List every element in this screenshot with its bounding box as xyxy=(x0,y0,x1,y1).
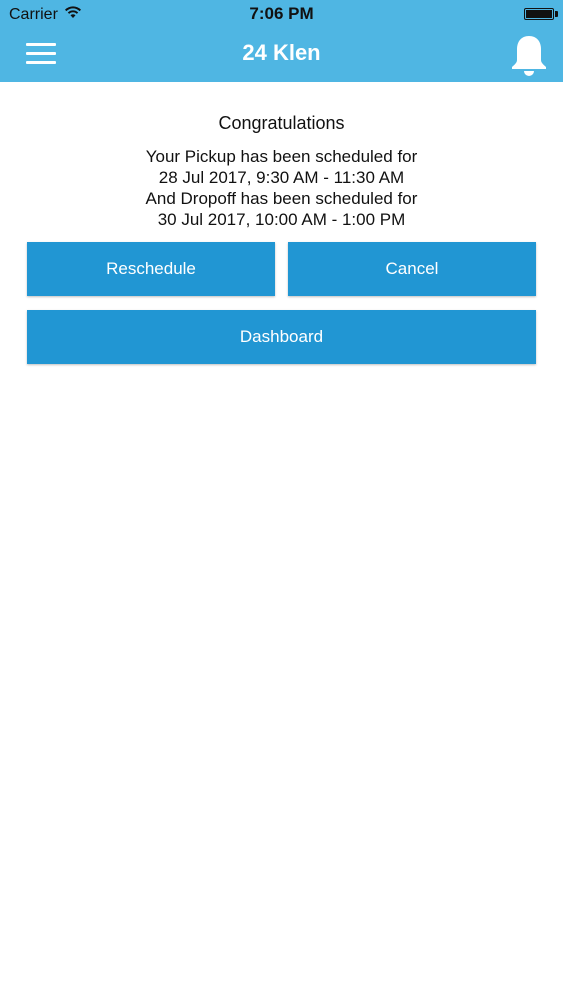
cancel-button[interactable]: Cancel xyxy=(288,242,536,296)
dropoff-time: 30 Jul 2017, 10:00 AM - 1:00 PM xyxy=(157,210,406,229)
status-bar: Carrier 7:06 PM xyxy=(0,0,563,28)
pickup-line: Your Pickup has been scheduled for xyxy=(145,147,418,166)
battery-tip xyxy=(555,11,558,17)
status-time: 7:06 PM xyxy=(249,4,314,23)
bell-icon[interactable] xyxy=(509,34,549,76)
battery-level xyxy=(526,10,552,18)
top-bar: Carrier 7:06 PM 24 Klen xyxy=(0,0,563,82)
pickup-time: 28 Jul 2017, 9:30 AM - 11:30 AM xyxy=(158,168,405,187)
congratulations-heading: Congratulations xyxy=(218,113,345,133)
dropoff-line: And Dropoff has been scheduled for xyxy=(145,189,418,208)
schedule-message: Your Pickup has been scheduled for 28 Ju… xyxy=(0,146,563,230)
reschedule-button[interactable]: Reschedule xyxy=(27,242,275,296)
dashboard-button[interactable]: Dashboard xyxy=(27,310,536,364)
battery-icon xyxy=(524,8,554,20)
navigation-bar: 24 Klen xyxy=(0,28,563,82)
page-title: 24 Klen xyxy=(242,40,321,65)
